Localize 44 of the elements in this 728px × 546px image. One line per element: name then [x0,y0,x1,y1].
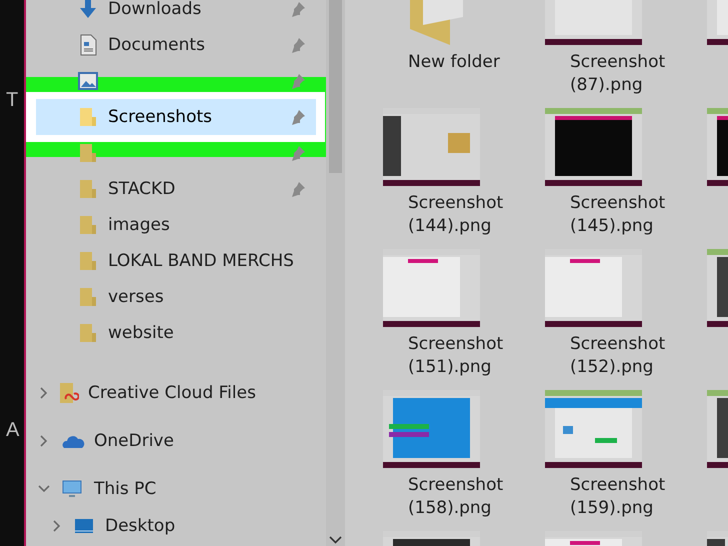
file-name[interactable]: Screenshot (144).png [382,192,518,238]
sidebar-item[interactable]: Documents [36,27,316,63]
sidebar-item[interactable]: LOKAL BAND MERCHS [36,243,316,279]
file-name[interactable]: Screenshot (159).png [544,474,680,520]
file-name[interactable]: Screenshot (87).png [544,51,680,97]
folder-icon [78,286,98,308]
creative-cloud-folder-icon [59,382,79,404]
scroll-down-icon[interactable] [329,536,342,544]
download-icon [78,0,98,20]
sidebar-item[interactable]: STACKD [36,171,316,207]
folder-icon [78,214,98,236]
sidebar-item[interactable]: images [36,207,316,243]
file-name[interactable]: Screenshot (152).png [544,333,680,379]
folder-icon [78,250,98,272]
folder-icon [78,142,98,164]
folder-icon [78,178,98,200]
chevron-right-icon[interactable] [38,387,50,399]
document-icon [78,34,98,56]
tree-item[interactable]: Creative Cloud Files [88,383,256,403]
pin-icon[interactable] [290,1,306,17]
pin-icon[interactable] [290,37,306,53]
file-name[interactable]: New folder [382,51,518,74]
chevron-right-icon[interactable] [51,520,63,532]
sidebar-item[interactable]: Downloads [36,0,316,27]
pin-icon[interactable] [290,109,306,125]
edge-letter: A [6,418,20,442]
folder-icon [78,322,98,344]
chevron-down-icon[interactable] [38,483,50,495]
pictures-icon [78,70,98,92]
sidebar-item[interactable]: Screenshots [36,99,316,135]
pin-icon[interactable] [290,181,306,197]
chevron-right-icon[interactable] [38,435,50,447]
sidebar-item[interactable]: verses [36,279,316,315]
pin-icon[interactable] [290,145,306,161]
tree-item[interactable]: OneDrive [94,431,174,451]
file-name[interactable]: Screenshot (151).png [382,333,518,379]
tree-item[interactable]: Desktop [105,516,176,536]
pin-icon[interactable] [290,73,306,89]
file-name[interactable]: Screenshot (158).png [382,474,518,520]
edge-letter: T [6,88,20,112]
folder-icon [78,106,98,128]
sidebar-item[interactable]: website [36,315,316,351]
file-name[interactable]: Screenshot (145).png [544,192,680,238]
tree-item[interactable]: This PC [94,479,156,499]
